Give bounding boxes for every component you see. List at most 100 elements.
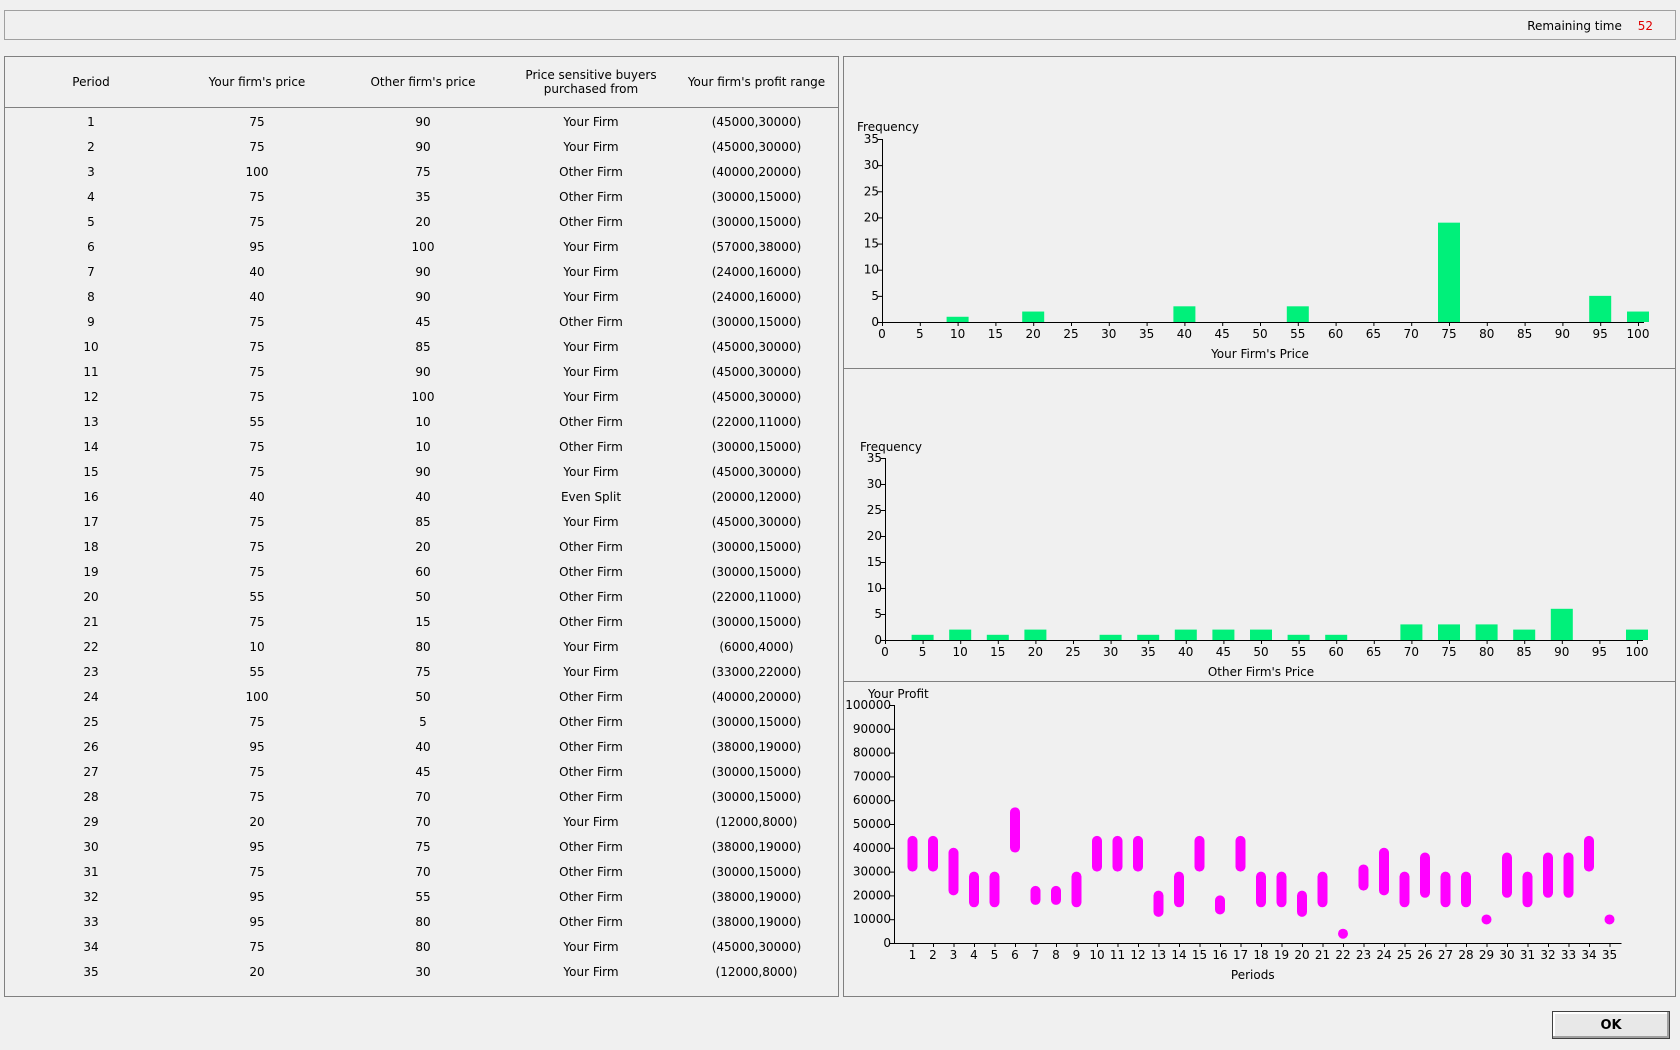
cell-period: 3 [87, 165, 95, 179]
table-row: 7 40 90 Your Firm (24000,16000) [5, 260, 838, 285]
x-tick-label: 13 [1151, 948, 1166, 962]
profit-range-bar [1481, 914, 1492, 925]
cell-buyers: Other Firm [559, 165, 623, 179]
y-tick-label: 10 [864, 263, 879, 277]
cell-buyers: Your Firm [563, 240, 619, 254]
profit-range-bar [1153, 890, 1164, 917]
x-tick-label: 95 [1593, 327, 1608, 341]
profit-range-bar [1194, 835, 1205, 872]
cell-other-price: 20 [415, 540, 431, 554]
cell-profit-range: (40000,20000) [711, 165, 802, 179]
histogram-bar [1438, 222, 1460, 322]
cell-your-price: 75 [249, 765, 265, 779]
table-row: 21 75 15 Other Firm (30000,15000) [5, 610, 838, 635]
cell-other-price: 70 [415, 815, 431, 829]
x-tick-label: 15 [988, 327, 1003, 341]
cell-profit-range: (30000,15000) [711, 615, 802, 629]
x-tick-label: 90 [1555, 327, 1570, 341]
y-tick-label: 30 [864, 158, 879, 172]
profit-range-bar [1399, 871, 1410, 908]
cell-buyers: Other Firm [559, 415, 623, 429]
cell-buyers: Even Split [560, 490, 622, 504]
x-tick-label: 27 [1438, 948, 1453, 962]
cell-your-price: 75 [249, 565, 265, 579]
cell-other-price: 75 [415, 665, 431, 679]
cell-profit-range: (22000,11000) [711, 415, 802, 429]
histogram-bar [1475, 624, 1498, 640]
x-tick-label: 45 [1216, 645, 1231, 659]
cell-profit-range: (12000,8000) [715, 965, 798, 979]
cell-buyers: Your Firm [563, 265, 619, 279]
table-row: 23 55 75 Your Firm (33000,22000) [5, 660, 838, 685]
cell-other-price: 40 [415, 490, 431, 504]
cell-profit-range: (30000,15000) [711, 440, 802, 454]
cell-your-price: 75 [249, 215, 265, 229]
cell-buyers: Your Firm [563, 465, 619, 479]
cell-your-price: 95 [249, 840, 265, 854]
cell-period: 21 [83, 615, 99, 629]
x-tick-label: 70 [1404, 327, 1419, 341]
x-tick-label: 70 [1404, 645, 1419, 659]
y-tick-label: 10000 [853, 912, 891, 926]
y-tick-label: 5 [874, 607, 882, 621]
table-row: 9 75 45 Other Firm (30000,15000) [5, 310, 838, 335]
y-tick-label: 20000 [853, 888, 891, 902]
x-tick-label: 95 [1592, 645, 1607, 659]
table-row: 31 75 70 Other Firm (30000,15000) [5, 860, 838, 885]
cell-buyers: Other Firm [559, 540, 623, 554]
table-row: 8 40 90 Your Firm (24000,16000) [5, 285, 838, 310]
your-price-histogram: Frequency051015202530350 5 10 15 20 25 30 35 40 4… [857, 120, 1649, 361]
table-row: 20 55 50 Other Firm (22000,11000) [5, 585, 838, 610]
histogram-bar [1287, 634, 1310, 640]
cell-profit-range: (24000,16000) [711, 265, 802, 279]
profit-range-bar [1235, 835, 1246, 872]
column-header-other-price: Other firm's price [370, 75, 476, 89]
cell-period: 35 [83, 965, 99, 979]
cell-your-price: 75 [249, 515, 265, 529]
histogram-bar [946, 316, 969, 322]
cell-other-price: 50 [415, 590, 431, 604]
cell-period: 8 [87, 290, 95, 304]
cell-your-price: 75 [249, 615, 265, 629]
cell-your-price: 75 [249, 190, 265, 204]
histogram-bar [1022, 311, 1045, 322]
table-row: 32 95 55 Other Firm (38000,19000) [5, 885, 838, 910]
ok-button[interactable]: OK [1552, 1011, 1670, 1039]
remaining-time-label: Remaining time [1527, 19, 1622, 33]
x-tick-label: 20 [1294, 948, 1309, 962]
table-row: 17 75 85 Your Firm (45000,30000) [5, 510, 838, 535]
x-tick-label: 7 [1032, 948, 1040, 962]
histogram-bar [1250, 629, 1272, 640]
cell-other-price: 90 [415, 140, 431, 154]
x-tick-label: 19 [1274, 948, 1289, 962]
cell-profit-range: (22000,11000) [711, 590, 802, 604]
y-tick-label: 35 [867, 451, 882, 465]
x-tick-label: 8 [1052, 948, 1060, 962]
cell-period: 5 [87, 215, 95, 229]
cell-buyers: Other Firm [559, 715, 623, 729]
cell-profit-range: (30000,15000) [711, 215, 802, 229]
cell-other-price: 10 [415, 415, 431, 429]
cell-profit-range: (12000,8000) [715, 815, 798, 829]
histogram-x-label: Other Firm's Price [1208, 665, 1314, 679]
y-tick-label: 70000 [853, 769, 891, 783]
cell-other-price: 60 [415, 565, 431, 579]
cell-buyers: Other Firm [559, 765, 623, 779]
histogram-bar [1550, 608, 1573, 640]
table-row: 35 20 30 Your Firm (12000,8000) [5, 960, 838, 985]
cell-other-price: 80 [415, 915, 431, 929]
y-tick-label: 25 [867, 503, 882, 517]
cell-other-price: 90 [415, 115, 431, 129]
histogram-bar [1627, 311, 1649, 322]
x-tick-label: 85 [1517, 327, 1532, 341]
cell-period: 12 [83, 390, 99, 404]
cell-buyers: Your Firm [563, 340, 619, 354]
table-row: 34 75 80 Your Firm (45000,30000) [5, 935, 838, 960]
x-tick-label: 5 [919, 645, 927, 659]
profit-range-bar [1440, 871, 1451, 908]
x-tick-label: 32 [1540, 948, 1555, 962]
charts-panel: Frequency 0 5 10 15 20 25 30 35 0 5 10 15 20 25 30 35 40 4… [843, 56, 1676, 997]
cell-your-price: 75 [249, 340, 265, 354]
cell-period: 28 [83, 790, 99, 804]
x-tick-label: 20 [1028, 645, 1043, 659]
